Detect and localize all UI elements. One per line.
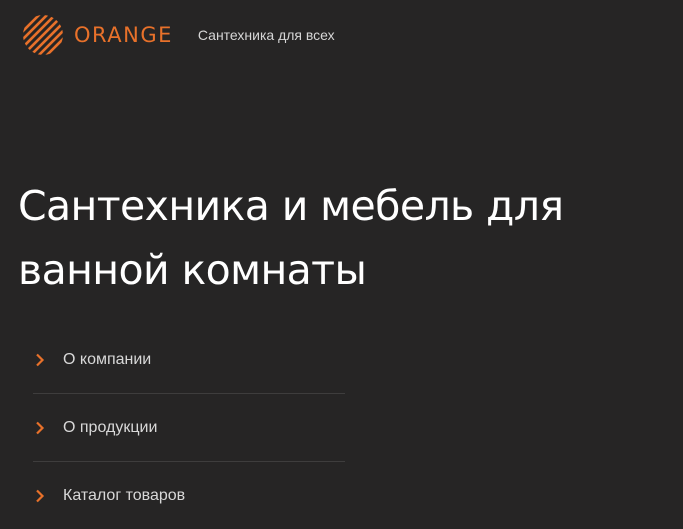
menu-item-catalog[interactable]: Каталог товаров (33, 462, 345, 529)
chevron-right-icon (33, 353, 45, 367)
page-title-line-2: ванной комнаты (18, 246, 367, 294)
orange-logo-icon (20, 12, 66, 58)
menu-item-label: Каталог товаров (63, 486, 186, 504)
menu-item-about-company[interactable]: О компании (33, 326, 345, 394)
section-menu: О компании О продукции Каталог товаров (33, 326, 345, 529)
logo-text: ORANGE (74, 23, 173, 47)
menu-item-about-products[interactable]: О продукции (33, 394, 345, 462)
logo-link[interactable]: ORANGE (20, 12, 173, 58)
chevron-right-icon (33, 421, 45, 435)
site-header: ORANGE Сантехника для всех (20, 11, 335, 59)
menu-item-label: О компании (63, 350, 152, 368)
site-tagline: Сантехника для всех (197, 27, 335, 43)
chevron-right-icon (33, 489, 45, 503)
page-title: Сантехника и мебель для ванной комнаты (18, 174, 683, 302)
menu-item-label: О продукции (63, 418, 158, 436)
page-title-line-1: Сантехника и мебель для (18, 182, 564, 230)
